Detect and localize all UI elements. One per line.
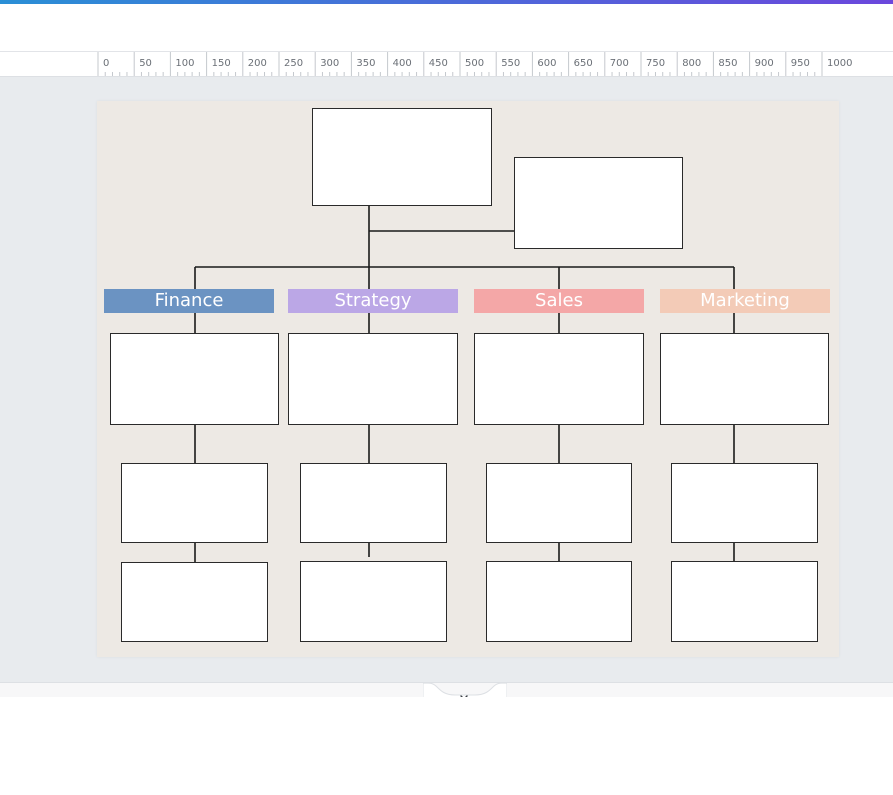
org-box-strategy-member-2[interactable] — [300, 561, 447, 642]
ruler-label: 800 — [682, 58, 701, 69]
ruler-label: 150 — [212, 58, 231, 69]
org-box-ceo[interactable] — [312, 108, 492, 206]
ruler-label: 450 — [429, 58, 448, 69]
org-box-sales-member-2[interactable] — [486, 561, 632, 642]
department-label-marketing[interactable]: Marketing — [660, 289, 830, 313]
org-box-finance-member-1[interactable] — [121, 463, 268, 543]
ruler-label: 700 — [610, 58, 629, 69]
department-label-finance[interactable]: Finance — [104, 289, 274, 313]
org-box-strategy-head[interactable] — [288, 333, 458, 425]
ruler-label: 900 — [755, 58, 774, 69]
ruler-scale: 0 50 100 150 200 250 300 350 400 450 500 550 600 650 7… — [97, 52, 852, 76]
department-label-sales[interactable]: Sales — [474, 289, 644, 313]
org-box-sales-member-1[interactable] — [486, 463, 632, 543]
ruler-label: 400 — [393, 58, 412, 69]
ruler-label: 350 — [356, 58, 375, 69]
design-page[interactable]: Finance Strategy Sales Marketing — [97, 101, 839, 657]
design-editor: 0 50 100 150 200 250 300 350 400 450 500 550 600 650 7… — [0, 0, 893, 795]
org-box-marketing-member-1[interactable] — [671, 463, 818, 543]
ruler-label: 650 — [574, 58, 593, 69]
org-box-finance-head[interactable] — [110, 333, 279, 425]
ruler-label: 250 — [284, 58, 303, 69]
ruler-label: 1000 — [827, 58, 852, 69]
ruler-label: 50 — [139, 58, 152, 69]
ruler-label: 750 — [646, 58, 665, 69]
org-box-finance-member-2[interactable] — [121, 562, 268, 642]
org-box-assistant[interactable] — [514, 157, 683, 249]
ruler-label: 550 — [501, 58, 520, 69]
org-box-strategy-member-1[interactable] — [300, 463, 447, 543]
bottom-panel — [0, 697, 893, 795]
ruler-label: 850 — [718, 58, 737, 69]
ruler-label: 100 — [175, 58, 194, 69]
department-label-strategy[interactable]: Strategy — [288, 289, 458, 313]
org-box-sales-head[interactable] — [474, 333, 644, 425]
ruler-label: 200 — [248, 58, 267, 69]
canvas-area[interactable]: Finance Strategy Sales Marketing — [0, 77, 893, 682]
ruler-label: 600 — [537, 58, 556, 69]
horizontal-ruler[interactable]: 0 50 100 150 200 250 300 350 400 450 500 550 600 650 7… — [0, 52, 893, 77]
ruler-label: 950 — [791, 58, 810, 69]
org-box-marketing-member-2[interactable] — [671, 561, 818, 642]
org-box-marketing-head[interactable] — [660, 333, 829, 425]
ruler-label: 0 — [103, 58, 109, 69]
ruler-label: 300 — [320, 58, 339, 69]
editor-toolbar — [0, 4, 893, 52]
ruler-label: 500 — [465, 58, 484, 69]
